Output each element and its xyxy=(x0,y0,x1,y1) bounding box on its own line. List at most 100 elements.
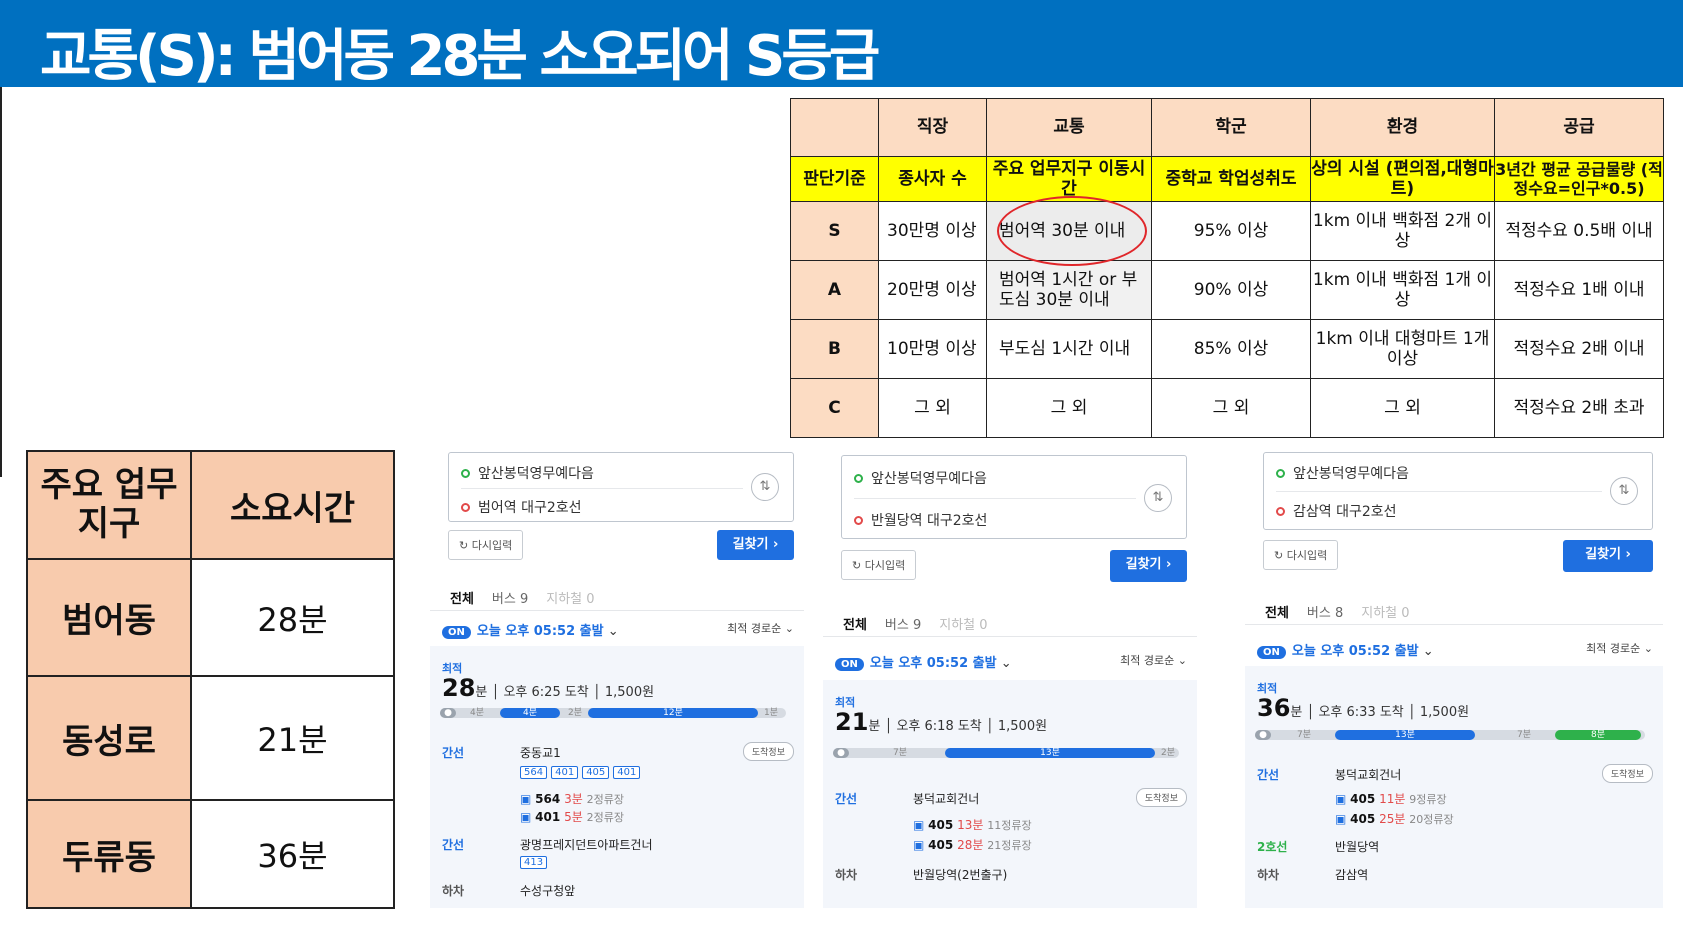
bus-number[interactable]: 401 xyxy=(613,766,641,779)
route-screen-duryu: 앞산봉덕영무예다음 감삼역 대구2호선 ⇅ ↻ 다시입력 길찾기 › 전체 버스 … xyxy=(1245,450,1663,908)
on-toggle[interactable]: ON xyxy=(1257,646,1286,659)
destination-field[interactable]: 반월당역 대구2호선 xyxy=(854,510,987,530)
departure-row[interactable]: ON 오늘 오후 05:52 출발 ⌄ 최적 경로순 ⌄ xyxy=(835,652,1187,671)
route-search-box: 앞산봉덕영무예다음 반월당역 대구2호선 ⇅ xyxy=(841,455,1187,539)
walk-segment: ● xyxy=(440,708,456,718)
tab-all[interactable]: 전체 xyxy=(843,618,867,633)
route-tabs: 전체 버스 8 지하철 0 xyxy=(1265,602,1428,621)
tab-subway[interactable]: 지하철 0 xyxy=(1361,606,1409,621)
bus-segment: 4분 xyxy=(500,708,560,718)
route-result[interactable]: 최적 28분 │ 오후 6:25 도착 │ 1,500원 ● 4분 4분 2분 … xyxy=(430,646,804,908)
arrival-stops: 11정류장 xyxy=(987,819,1032,832)
sort-label: 최적 경로순 xyxy=(1120,654,1175,667)
tab-all[interactable]: 전체 xyxy=(450,592,474,607)
swap-icon[interactable]: ⇅ xyxy=(751,473,779,501)
summary-district: 범어동 xyxy=(26,558,192,677)
sort-option[interactable]: 최적 경로순 ⌄ xyxy=(727,620,794,636)
fare: 1,500원 xyxy=(997,719,1048,734)
origin-field[interactable]: 앞산봉덕영무예다음 xyxy=(1276,463,1409,483)
arrival-info-button[interactable]: 도착정보 xyxy=(1135,788,1187,807)
route-result[interactable]: 최적 36분 │ 오후 6:33 도착 │ 1,500원 ● 7분 13분 7분… xyxy=(1245,666,1663,908)
destination-dot-icon xyxy=(461,503,470,512)
departure-row[interactable]: ON 오늘 오후 05:52 출발 ⌄ 최적 경로순 ⌄ xyxy=(1257,640,1653,659)
route-result[interactable]: 최적 21분 │ 오후 6:18 도착 │ 1,500원 ● 7분 13분 2분… xyxy=(823,680,1197,908)
sort-option[interactable]: 최적 경로순 ⌄ xyxy=(1120,652,1187,668)
arrival-minutes: 13분 xyxy=(957,818,984,832)
bus-arrival: ▣ 564 3분 2정류장 xyxy=(520,790,624,807)
tab-all[interactable]: 전체 xyxy=(1265,606,1289,621)
tab-bus[interactable]: 버스 9 xyxy=(885,618,921,633)
walk-segment: ● xyxy=(833,748,849,758)
bus-number[interactable]: 401 xyxy=(551,766,579,779)
destination-field[interactable]: 감삼역 대구2호선 xyxy=(1276,501,1397,521)
tab-bus[interactable]: 버스 8 xyxy=(1307,606,1343,621)
criteria-sub-cell: 상의 시설 (편의점,대형마트) xyxy=(1310,156,1495,202)
bus-type: 간선 xyxy=(442,838,465,852)
route-search-box: 앞산봉덕영무예다음 범어역 대구2호선 ⇅ xyxy=(448,452,794,522)
search-divider xyxy=(461,488,743,489)
bus-number[interactable]: 564 xyxy=(520,766,548,779)
tab-subway[interactable]: 지하철 0 xyxy=(939,618,987,633)
arrival-info-button[interactable]: 도착정보 xyxy=(742,742,794,761)
criteria-cell: 그 외 xyxy=(1310,378,1495,438)
find-route-button[interactable]: 길찾기 › xyxy=(1563,540,1653,572)
summary-time: 28분 xyxy=(190,558,395,677)
origin-dot-icon xyxy=(1276,469,1285,478)
criteria-cell: 범어역 1시간 or 부도심 30분 이내 xyxy=(986,260,1152,320)
criteria-cell: 1km 이내 백화점 1개 이상 xyxy=(1310,260,1495,320)
tab-underline xyxy=(1245,624,1663,625)
grade-cell: B xyxy=(790,319,879,379)
departure-row[interactable]: ON 오늘 오후 05:52 출발 ⌄ 최적 경로순 ⌄ xyxy=(442,620,794,639)
reset-button[interactable]: ↻ 다시입력 xyxy=(448,530,524,560)
sort-label: 최적 경로순 xyxy=(727,622,782,635)
duration-row: 21분 │ 오후 6:18 도착 │ 1,500원 xyxy=(835,708,1048,736)
get-off-label: 하차 xyxy=(835,868,858,882)
arrival-stops: 20정류장 xyxy=(1409,813,1454,826)
criteria-cell: 95% 이상 xyxy=(1151,201,1311,261)
find-route-button[interactable]: 길찾기 › xyxy=(717,530,794,560)
stop-row: 간선 광명프레지던트아파트건너 xyxy=(442,836,794,853)
tab-subway[interactable]: 지하철 0 xyxy=(546,592,594,607)
swap-icon[interactable]: ⇅ xyxy=(1144,484,1172,512)
segment-label: 7분 xyxy=(893,748,908,758)
criteria-row-s: S 30만명 이상 범어역 30분 이내 95% 이상 1km 이내 백화점 2… xyxy=(790,201,1664,261)
criteria-header-row: 직장 교통 학군 환경 공급 xyxy=(790,98,1664,157)
duration-value: 21 xyxy=(835,708,869,736)
origin-dot-icon xyxy=(461,469,470,478)
origin-text: 앞산봉덕영무예다음 xyxy=(478,466,594,482)
find-route-button[interactable]: 길찾기 › xyxy=(1110,550,1187,582)
arrival-info-button[interactable]: 도착정보 xyxy=(1601,764,1653,783)
bus-type: 간선 xyxy=(1257,768,1280,782)
arrival-minutes: 5분 xyxy=(564,810,583,824)
criteria-cell: 적정수요 2배 초과 xyxy=(1494,378,1664,438)
tab-bus[interactable]: 버스 9 xyxy=(492,592,528,607)
destination-text: 반월당역 대구2호선 xyxy=(871,513,988,529)
get-off-label: 하차 xyxy=(1257,868,1280,882)
stop-name: 봉덕교회건너 xyxy=(913,792,980,806)
bus-number[interactable]: 405 xyxy=(582,766,610,779)
sort-option[interactable]: 최적 경로순 ⌄ xyxy=(1586,640,1653,656)
departure-time: 오늘 오후 05:52 출발 xyxy=(1291,644,1419,659)
criteria-cell: 적정수요 2배 이내 xyxy=(1494,319,1664,379)
criteria-sub-cell: 종사자 수 xyxy=(878,156,987,202)
origin-dot-icon xyxy=(854,474,863,483)
origin-field[interactable]: 앞산봉덕영무예다음 xyxy=(461,463,594,483)
criteria-cell: 적정수요 0.5배 이내 xyxy=(1494,201,1664,261)
reset-button[interactable]: ↻ 다시입력 xyxy=(841,550,917,580)
arrival-bus-number: 405 xyxy=(1350,792,1376,806)
criteria-row-b: B 10만명 이상 부도심 1시간 이내 85% 이상 1km 이내 대형마트 … xyxy=(790,319,1664,379)
duration-value: 36 xyxy=(1257,694,1291,722)
destination-field[interactable]: 범어역 대구2호선 xyxy=(461,497,582,517)
find-route-label: 길찾기 xyxy=(1125,557,1162,572)
stop-name: 감삼역 xyxy=(1335,868,1369,882)
summary-row: 범어동 28분 xyxy=(26,558,395,677)
segment-label: 4분 xyxy=(470,708,485,718)
reset-button[interactable]: ↻ 다시입력 xyxy=(1263,540,1339,570)
origin-field[interactable]: 앞산봉덕영무예다음 xyxy=(854,468,987,488)
swap-icon[interactable]: ⇅ xyxy=(1610,477,1638,505)
bus-number[interactable]: 413 xyxy=(520,856,548,869)
bus-icon: ▣ xyxy=(1335,792,1347,806)
arrival-stops: 2정류장 xyxy=(586,811,624,824)
on-toggle[interactable]: ON xyxy=(835,658,864,671)
on-toggle[interactable]: ON xyxy=(442,626,471,639)
